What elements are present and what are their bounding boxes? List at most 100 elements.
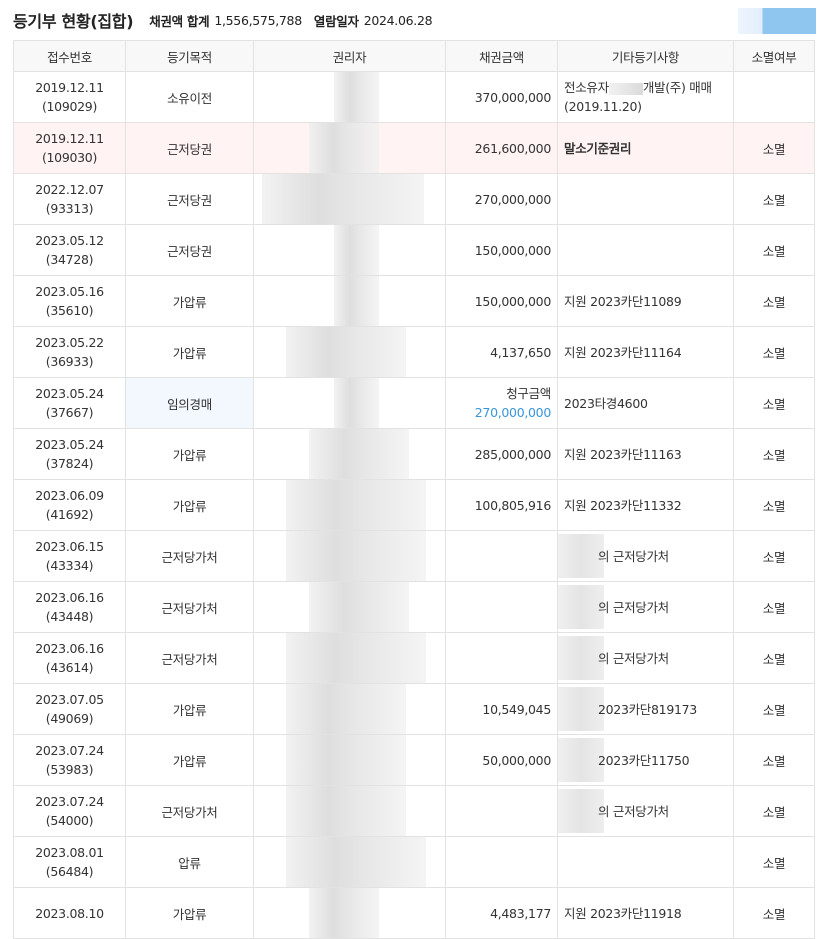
registry-table: 접수번호 등기목적 권리자 채권금액 기타등기사항 소멸여부 2019.12.1…	[13, 40, 815, 939]
other-remarks-cell: 2023카단11750	[557, 734, 734, 786]
remarks-date: (2019.11.20)	[564, 99, 642, 114]
right-holder-cell	[253, 683, 446, 735]
extinguished-cell: 소멸	[733, 581, 815, 633]
redacted-holder-name	[286, 480, 426, 530]
remarks-line: 전소유자 개발(주) 매매	[564, 78, 727, 97]
remarks-text: 2023카단819173	[598, 701, 697, 717]
table-row: 2023.07.05 (49069) 가압류 10,549,045 2023카단8191…	[13, 683, 815, 735]
receipt-number: (34728)	[45, 252, 94, 267]
view-date-value: 2024.06.28	[363, 12, 433, 28]
receipt-number: (109030)	[41, 150, 98, 165]
right-holder-cell	[253, 71, 446, 123]
column-header-other-remarks: 기타등기사항	[557, 40, 734, 72]
claim-amount-value: 150,000,000	[474, 293, 552, 309]
table-row: 2023.06.16 (43448) 근저당가처 의 근저당가처 소멸	[13, 581, 815, 633]
receipt-cell: 2023.06.09 (41692)	[13, 479, 126, 531]
purpose-cell: 가압류	[125, 326, 254, 378]
redacted-holder-name	[334, 72, 379, 122]
remarks-text: 의 근저당가처	[598, 650, 669, 666]
claim-amount-value: 50,000,000	[482, 752, 551, 768]
table-row: 2023.07.24 (54000) 근저당가처 의 근저당가처 소멸	[13, 785, 815, 837]
purpose-cell: 임의경매	[125, 377, 254, 429]
redacted-holder-name	[286, 786, 406, 836]
right-holder-cell	[253, 785, 446, 837]
receipt-number: (109029)	[41, 99, 98, 114]
column-header-extinguished: 소멸여부	[733, 40, 815, 72]
receipt-date: 2023.06.16	[35, 590, 104, 605]
receipt-date: 2023.06.09	[35, 488, 104, 503]
purpose-cell: 가압류	[125, 479, 254, 531]
table-row: 2023.06.16 (43614) 근저당가처 의 근저당가처 소멸	[13, 632, 815, 684]
redacted-holder-name	[309, 429, 409, 479]
claim-amount-value: 4,483,177	[490, 905, 551, 921]
purpose-cell: 근저당가처	[125, 632, 254, 684]
right-holder-cell	[253, 836, 446, 888]
table-row: 2023.05.16 (35610) 가압류 150,000,000 지원 2023카단…	[13, 275, 815, 327]
remarks-text: 지원 2023카단11164	[564, 344, 682, 360]
purpose-cell: 가압류	[125, 734, 254, 786]
other-remarks-cell: 지원 2023카단11164	[557, 326, 734, 378]
claim-amount-value: 10,549,045	[482, 701, 551, 717]
header-bar: 등기부 현황(집합) 채권액 합계 1,556,575,788 열람일자 202…	[0, 0, 824, 40]
table-row: 2023.06.09 (41692) 가압류 100,805,916 지원 2023카단…	[13, 479, 815, 531]
remarks-text: 지원 2023카단11089	[564, 293, 682, 309]
extinguished-cell	[733, 71, 815, 123]
other-remarks-cell: 지원 2023카단11163	[557, 428, 734, 480]
claim-amount-label: 청구금액	[506, 386, 551, 401]
claim-total-label: 채권액 합계	[149, 13, 210, 29]
extinguished-cell: 소멸	[733, 122, 815, 174]
table-row: 2023.08.01 (56484) 압류 소멸	[13, 836, 815, 888]
receipt-cell: 2023.06.16 (43448)	[13, 581, 126, 633]
other-remarks-cell	[557, 224, 734, 276]
receipt-cell: 2023.07.24 (53983)	[13, 734, 126, 786]
claim-amount-cell: 4,137,650	[445, 326, 558, 378]
receipt-number: (37667)	[45, 405, 94, 420]
redacted-holder-name	[334, 225, 379, 275]
table-row: 2022.12.07 (93313) 근저당권 270,000,000 소멸	[13, 173, 815, 225]
purpose-cell: 근저당가처	[125, 581, 254, 633]
other-remarks-cell: 2023카단819173	[557, 683, 734, 735]
receipt-cell: 2022.12.07 (93313)	[13, 173, 126, 225]
claim-amount-cell: 370,000,000	[445, 71, 558, 123]
remarks-text: 지원 2023카단11163	[564, 446, 682, 462]
remarks-text: 지원 2023카단11918	[564, 905, 682, 921]
remarks-text: 2023타경4600	[564, 395, 648, 411]
receipt-date: 2023.06.15	[35, 539, 104, 554]
redacted-holder-name	[286, 531, 426, 581]
other-remarks-cell: 2023타경4600	[557, 377, 734, 429]
redacted-button[interactable]	[738, 8, 816, 34]
claim-amount-value: 285,000,000	[474, 446, 552, 462]
receipt-cell: 2023.05.24 (37667)	[13, 377, 126, 429]
receipt-number: (35610)	[45, 303, 94, 318]
column-header-receipt-no: 접수번호	[13, 40, 126, 72]
right-holder-cell	[253, 326, 446, 378]
receipt-date: 2023.05.16	[35, 284, 104, 299]
claim-amount-value: 270,000,000	[474, 191, 552, 207]
redacted-holder-name	[262, 174, 424, 224]
right-holder-cell	[253, 428, 446, 480]
redacted-holder-name	[309, 123, 379, 173]
table-row: 2023.05.24 (37667) 임의경매 청구금액 270,000,000 2023…	[13, 377, 815, 429]
extinguished-cell: 소멸	[733, 734, 815, 786]
purpose-cell: 근저당권	[125, 224, 254, 276]
column-header-purpose: 등기목적	[125, 40, 254, 72]
claim-amount-cell	[445, 530, 558, 582]
receipt-number: (54000)	[45, 813, 94, 828]
redacted-holder-name	[309, 888, 379, 938]
claim-amount-cell: 285,000,000	[445, 428, 558, 480]
receipt-number: (56484)	[45, 864, 94, 879]
purpose-cell: 가압류	[125, 887, 254, 939]
page-title: 등기부 현황(집합)	[13, 12, 134, 31]
remarks-text: 개발(주) 매매	[642, 80, 712, 95]
receipt-cell: 2023.05.16 (35610)	[13, 275, 126, 327]
purpose-cell: 가압류	[125, 275, 254, 327]
column-header-claim-amount: 채권금액	[445, 40, 558, 72]
extinguished-cell: 소멸	[733, 785, 815, 837]
redacted-holder-name	[309, 582, 409, 632]
extinguished-cell: 소멸	[733, 173, 815, 225]
remarks-text: 2023카단11750	[598, 752, 690, 768]
receipt-number: (53983)	[45, 762, 94, 777]
purpose-cell: 압류	[125, 836, 254, 888]
right-holder-cell	[253, 734, 446, 786]
redacted-text	[608, 82, 643, 95]
